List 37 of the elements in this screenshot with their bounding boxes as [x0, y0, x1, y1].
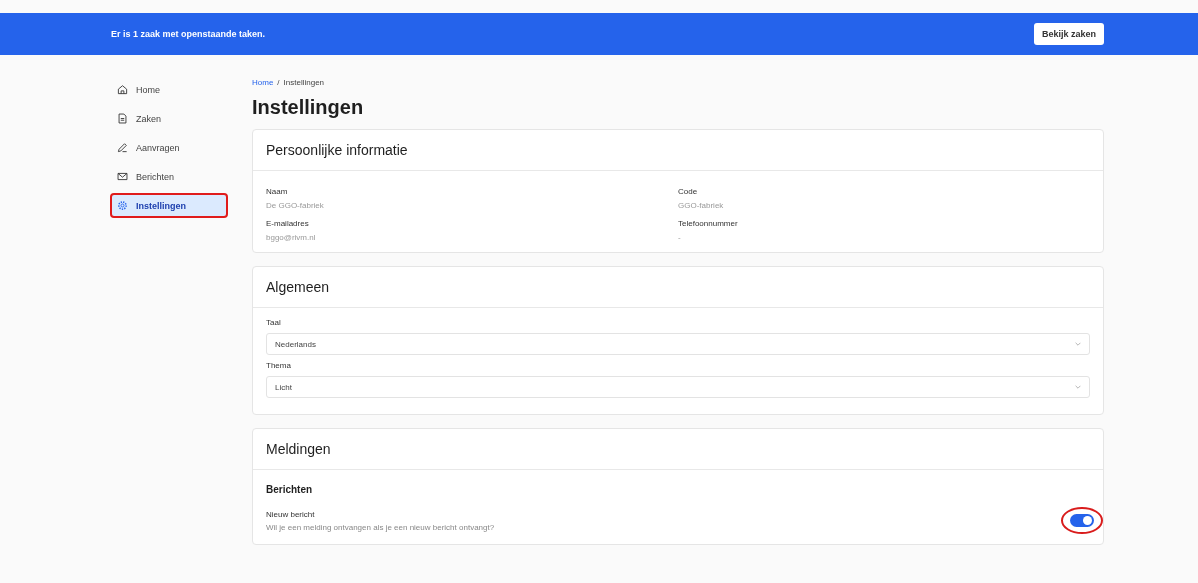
view-cases-button[interactable]: Bekijk zaken	[1033, 23, 1104, 45]
field-label: Taal	[266, 318, 282, 327]
sidebar-item[interactable]: Instellingen	[110, 193, 228, 218]
sidebar-item[interactable]: Zaken	[110, 106, 228, 131]
breadcrumb-text: /	[277, 78, 280, 87]
toggle-switch[interactable]	[1070, 514, 1094, 527]
banner-message: Er is 1 zaak met openstaande taken.	[111, 29, 266, 39]
breadcrumb-link[interactable]: Home	[252, 78, 274, 87]
sidebar-item[interactable]: Berichten	[110, 164, 228, 189]
setting-label: Nieuw bericht	[266, 510, 316, 519]
field-value: bggo@rivm.nl	[266, 233, 317, 242]
sidebar-item[interactable]: Home	[110, 77, 228, 102]
select-field[interactable]: Nederlands	[266, 333, 1090, 355]
field-value: GGO-fabriek	[678, 201, 725, 210]
chevron-down-icon	[1075, 385, 1081, 389]
page-title: Instellingen	[252, 96, 365, 119]
card-title: Persoonlijke informatie	[253, 130, 1103, 171]
setting-description: Wil je een melding ontvangen als je een nieuw bericht ontvangt?	[266, 523, 495, 532]
card-title: Meldingen	[253, 429, 1103, 470]
select-field[interactable]: Licht	[266, 376, 1090, 398]
section-title: Berichten	[266, 484, 314, 495]
settings-icon	[117, 200, 128, 211]
home-icon	[117, 84, 128, 95]
field-value: -	[678, 233, 682, 242]
sidebar-item[interactable]: Aanvragen	[110, 135, 228, 160]
field-label: Telefoonnummer	[678, 219, 739, 228]
field-label: Thema	[266, 361, 292, 370]
document-icon	[117, 113, 128, 124]
card-title: Algemeen	[253, 267, 1103, 308]
envelope-icon	[117, 171, 128, 182]
breadcrumb-text: Instellingen	[283, 78, 325, 87]
field-label: Naam	[266, 187, 289, 196]
pencil-icon	[117, 142, 128, 153]
field-label: Code	[678, 187, 699, 196]
field-label: E-mailadres	[266, 219, 310, 228]
field-value: De GGO-fabriek	[266, 201, 325, 210]
chevron-down-icon	[1075, 342, 1081, 346]
